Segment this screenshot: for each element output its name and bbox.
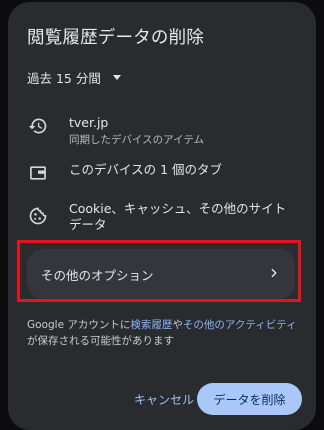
cookie-item-title: Cookie、キャッシュ、その他のサイトデータ xyxy=(69,201,287,232)
clear-browsing-data-dialog: 閲覧履歴データの削除 過去 15 分間 tver.jp 同期したデバイスのアイテ… xyxy=(8,2,316,430)
history-item-subtitle: 同期したデバイスのアイテム xyxy=(69,134,205,146)
footer-text-before: Google アカウントに xyxy=(27,319,131,331)
history-item-title: tver.jp xyxy=(69,115,109,130)
search-history-link[interactable]: 検索履歴 xyxy=(130,319,172,331)
delete-data-button[interactable]: データを削除 xyxy=(197,383,302,415)
other-activity-link[interactable]: その他のアクティビティ xyxy=(183,319,297,331)
tab-icon xyxy=(27,162,49,184)
tabs-item: このデバイスの 1 個のタブ xyxy=(27,162,302,184)
time-range-dropdown[interactable]: 過去 15 分間 xyxy=(27,67,121,87)
cookie-icon xyxy=(27,205,49,227)
chevron-right-icon xyxy=(267,265,281,284)
tabs-item-title: このデバイスの 1 個のタブ xyxy=(69,162,223,177)
history-item: tver.jp 同期したデバイスのアイテム xyxy=(27,115,302,147)
history-icon xyxy=(27,115,49,137)
more-options-label: その他のオプション xyxy=(41,267,154,283)
cancel-button[interactable]: キャンセル xyxy=(126,385,202,413)
footer-text-after: が保存される可能性があります xyxy=(27,335,174,347)
footer-note: Google アカウントに検索履歴やその他のアクティビティが保存される可能性があ… xyxy=(27,317,305,349)
cookie-item: Cookie、キャッシュ、その他のサイトデータ xyxy=(27,201,302,233)
time-range-value: 過去 15 分間 xyxy=(27,70,101,86)
dropdown-arrow-icon xyxy=(112,74,121,80)
footer-text-middle: や xyxy=(172,319,183,331)
dialog-title: 閲覧履歴データの削除 xyxy=(27,28,204,48)
more-options-button[interactable]: その他のオプション xyxy=(27,249,295,299)
